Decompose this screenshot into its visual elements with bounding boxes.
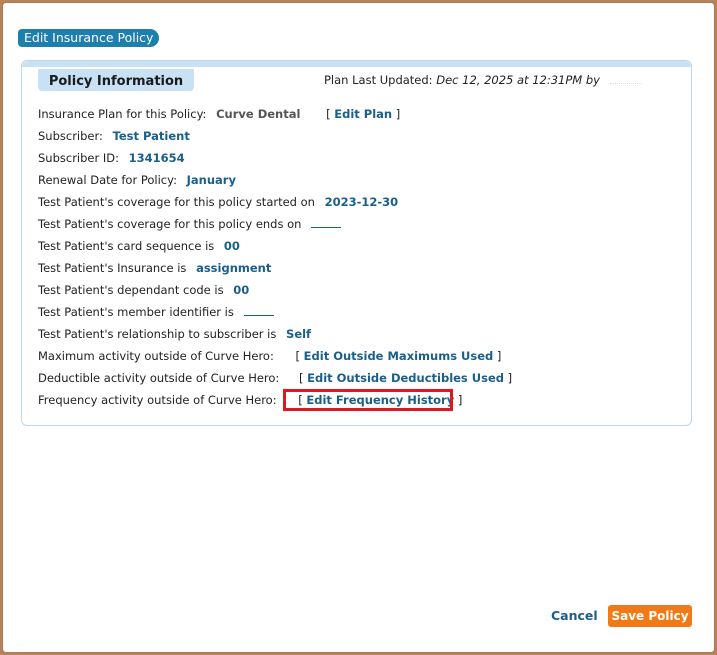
card-sequence-label: Test Patient's card sequence is bbox=[38, 239, 215, 253]
edit-plan-link[interactable]: Edit Plan bbox=[334, 107, 392, 121]
plan-last-updated: Plan Last Updated: Dec 12, 2025 at 12:31… bbox=[324, 73, 642, 87]
subscriber-id-label: Subscriber ID: bbox=[38, 151, 120, 165]
renewal-row: Renewal Date for Policy: January bbox=[38, 172, 236, 188]
coverage-start-value[interactable]: 2023-12-30 bbox=[325, 195, 399, 209]
coverage-end-value[interactable] bbox=[311, 217, 342, 228]
renewal-label: Renewal Date for Policy: bbox=[38, 173, 177, 187]
plan-value: Curve Dental bbox=[216, 107, 301, 121]
edit-outside-deductibles-link[interactable]: Edit Outside Deductibles Used bbox=[307, 371, 504, 385]
dependant-label: Test Patient's dependant code is bbox=[38, 283, 224, 297]
card-sequence-row: Test Patient's card sequence is 00 bbox=[38, 238, 240, 254]
edit-outside-maximums-link[interactable]: Edit Outside Maximums Used bbox=[304, 349, 494, 363]
relationship-row: Test Patient's relationship to subscribe… bbox=[38, 326, 311, 342]
plan-row: Insurance Plan for this Policy: Curve De… bbox=[38, 107, 401, 121]
member-id-label: Test Patient's member identifier is bbox=[38, 305, 234, 319]
relationship-label: Test Patient's relationship to subscribe… bbox=[38, 327, 277, 341]
insurance-label: Test Patient's Insurance is bbox=[38, 261, 187, 275]
edit-insurance-policy-dialog: Edit Insurance Policy Policy Information… bbox=[2, 2, 715, 653]
dependant-value[interactable]: 00 bbox=[233, 283, 249, 297]
highlight-box bbox=[283, 389, 453, 411]
deductibles-row: Deductible activity outside of Curve Her… bbox=[38, 371, 513, 385]
subscriber-id-value: 1341654 bbox=[128, 151, 185, 165]
deductibles-label: Deductible activity outside of Curve Her… bbox=[38, 371, 280, 385]
maximums-label: Maximum activity outside of Curve Hero: bbox=[38, 349, 274, 363]
subscriber-value: Test Patient bbox=[112, 129, 190, 143]
coverage-end-label: Test Patient's coverage for this policy … bbox=[38, 217, 302, 231]
dependant-row: Test Patient's dependant code is 00 bbox=[38, 282, 249, 298]
member-id-value[interactable] bbox=[243, 305, 274, 316]
policy-information-panel: Policy Information Plan Last Updated: De… bbox=[21, 60, 692, 426]
plan-last-updated-label: Plan Last Updated: bbox=[324, 73, 433, 87]
panel-header-bar bbox=[22, 61, 691, 67]
subscriber-id-row: Subscriber ID: 1341654 bbox=[38, 150, 185, 166]
maximums-row: Maximum activity outside of Curve Hero: … bbox=[38, 349, 502, 363]
member-id-row: Test Patient's member identifier is bbox=[38, 304, 274, 320]
subscriber-row: Subscriber: Test Patient bbox=[38, 128, 190, 144]
coverage-start-row: Test Patient's coverage for this policy … bbox=[38, 194, 398, 210]
panel-tab-label: Policy Information bbox=[38, 69, 194, 91]
save-policy-button[interactable]: Save Policy bbox=[608, 605, 692, 627]
coverage-end-row: Test Patient's coverage for this policy … bbox=[38, 216, 342, 232]
redacted-user bbox=[609, 83, 642, 84]
renewal-value: January bbox=[186, 173, 236, 187]
insurance-row: Test Patient's Insurance is assignment bbox=[38, 260, 271, 276]
dialog-title: Edit Insurance Policy bbox=[18, 29, 160, 47]
cancel-button[interactable]: Cancel bbox=[551, 608, 598, 623]
plan-label: Insurance Plan for this Policy: bbox=[38, 107, 207, 121]
relationship-value[interactable]: Self bbox=[286, 327, 311, 341]
card-sequence-value[interactable]: 00 bbox=[224, 239, 240, 253]
coverage-start-label: Test Patient's coverage for this policy … bbox=[38, 195, 315, 209]
insurance-value[interactable]: assignment bbox=[196, 261, 271, 275]
plan-last-updated-value: Dec 12, 2025 at 12:31PM by bbox=[436, 73, 600, 87]
frequency-label: Frequency activity outside of Curve Hero… bbox=[38, 393, 277, 407]
subscriber-label: Subscriber: bbox=[38, 129, 103, 143]
